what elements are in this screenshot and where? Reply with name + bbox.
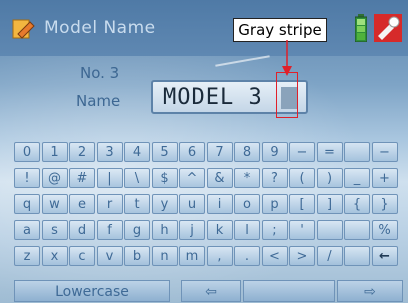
key[interactable]: 7 (206, 142, 233, 162)
key[interactable]: − (371, 142, 398, 162)
key[interactable]: # (69, 168, 95, 188)
key[interactable]: | (96, 168, 123, 188)
key[interactable]: r (96, 194, 123, 214)
key[interactable]: ] (316, 194, 343, 214)
key[interactable]: s (41, 220, 68, 240)
key[interactable]: . (234, 246, 260, 266)
key[interactable]: _ (344, 168, 370, 188)
on-screen-keyboard: 0 1 2 3 4 5 6 7 8 9− = −! @ # | \ $ ^ & *?() _ + q w e r t y u i o p[]{… (0, 0, 408, 303)
key[interactable]: 1 (41, 142, 68, 162)
key[interactable]: 4 (124, 142, 150, 162)
key[interactable]: q (14, 194, 40, 214)
key[interactable]: ; (261, 220, 288, 240)
key[interactable]: 9 (261, 142, 288, 162)
key[interactable] (344, 220, 370, 240)
key[interactable]: o (234, 194, 260, 214)
key[interactable]: 8 (234, 142, 260, 162)
key[interactable]: t (124, 194, 150, 214)
key[interactable]: u (179, 194, 205, 214)
key[interactable]: x (41, 246, 68, 266)
key[interactable]: f (96, 220, 123, 240)
key[interactable]: * (234, 168, 260, 188)
key[interactable]: , (206, 246, 233, 266)
key[interactable] (344, 142, 370, 162)
key[interactable]: i (206, 194, 233, 214)
lowercase-button[interactable]: Lowercase (14, 280, 170, 302)
key[interactable]: j (179, 220, 205, 240)
key[interactable]: % (371, 220, 398, 240)
key[interactable]: z (14, 246, 40, 266)
key[interactable]: [ (289, 194, 315, 214)
key[interactable]: p (261, 194, 288, 214)
key[interactable]: < (261, 246, 288, 266)
key[interactable]: y (151, 194, 178, 214)
key[interactable]: } (371, 194, 398, 214)
key[interactable]: 0 (14, 142, 40, 162)
cursor-left-button[interactable]: ⇦ (181, 280, 241, 302)
key[interactable]: + (371, 168, 398, 188)
key[interactable]: b (124, 246, 150, 266)
cursor-right-button[interactable]: ⇨ (337, 280, 403, 302)
key[interactable]: $ (151, 168, 178, 188)
key[interactable]: 5 (151, 142, 178, 162)
key[interactable]: = (316, 142, 343, 162)
key[interactable]: @ (41, 168, 68, 188)
key[interactable]: \ (124, 168, 150, 188)
key[interactable]: k (206, 220, 233, 240)
key[interactable]: & (206, 168, 233, 188)
space-button[interactable] (243, 280, 335, 302)
key[interactable]: ^ (179, 168, 205, 188)
key[interactable]: e (69, 194, 95, 214)
key[interactable]: ' (289, 220, 315, 240)
key[interactable]: d (69, 220, 95, 240)
backspace-arrow-icon[interactable]: ← (371, 246, 398, 266)
key[interactable]: 6 (179, 142, 205, 162)
key[interactable]: / (316, 246, 343, 266)
model-name-screen: Model Name Gray stripe No. 3 Name MODEL … (0, 0, 408, 303)
key[interactable]: { (344, 194, 370, 214)
key[interactable]: g (124, 220, 150, 240)
key[interactable]: l (234, 220, 260, 240)
key[interactable]: w (41, 194, 68, 214)
key[interactable]: 3 (96, 142, 123, 162)
key[interactable] (316, 220, 343, 240)
key[interactable]: h (151, 220, 178, 240)
key[interactable]: ! (14, 168, 40, 188)
key[interactable]: n (151, 246, 178, 266)
key[interactable]: v (96, 246, 123, 266)
key[interactable]: ) (316, 168, 343, 188)
key[interactable]: c (69, 246, 95, 266)
key[interactable]: a (14, 220, 40, 240)
key[interactable]: > (289, 246, 315, 266)
key[interactable] (344, 246, 370, 266)
key[interactable]: ? (261, 168, 288, 188)
key[interactable]: ( (289, 168, 315, 188)
key[interactable]: − (289, 142, 315, 162)
key[interactable]: m (179, 246, 205, 266)
key[interactable]: 2 (69, 142, 95, 162)
